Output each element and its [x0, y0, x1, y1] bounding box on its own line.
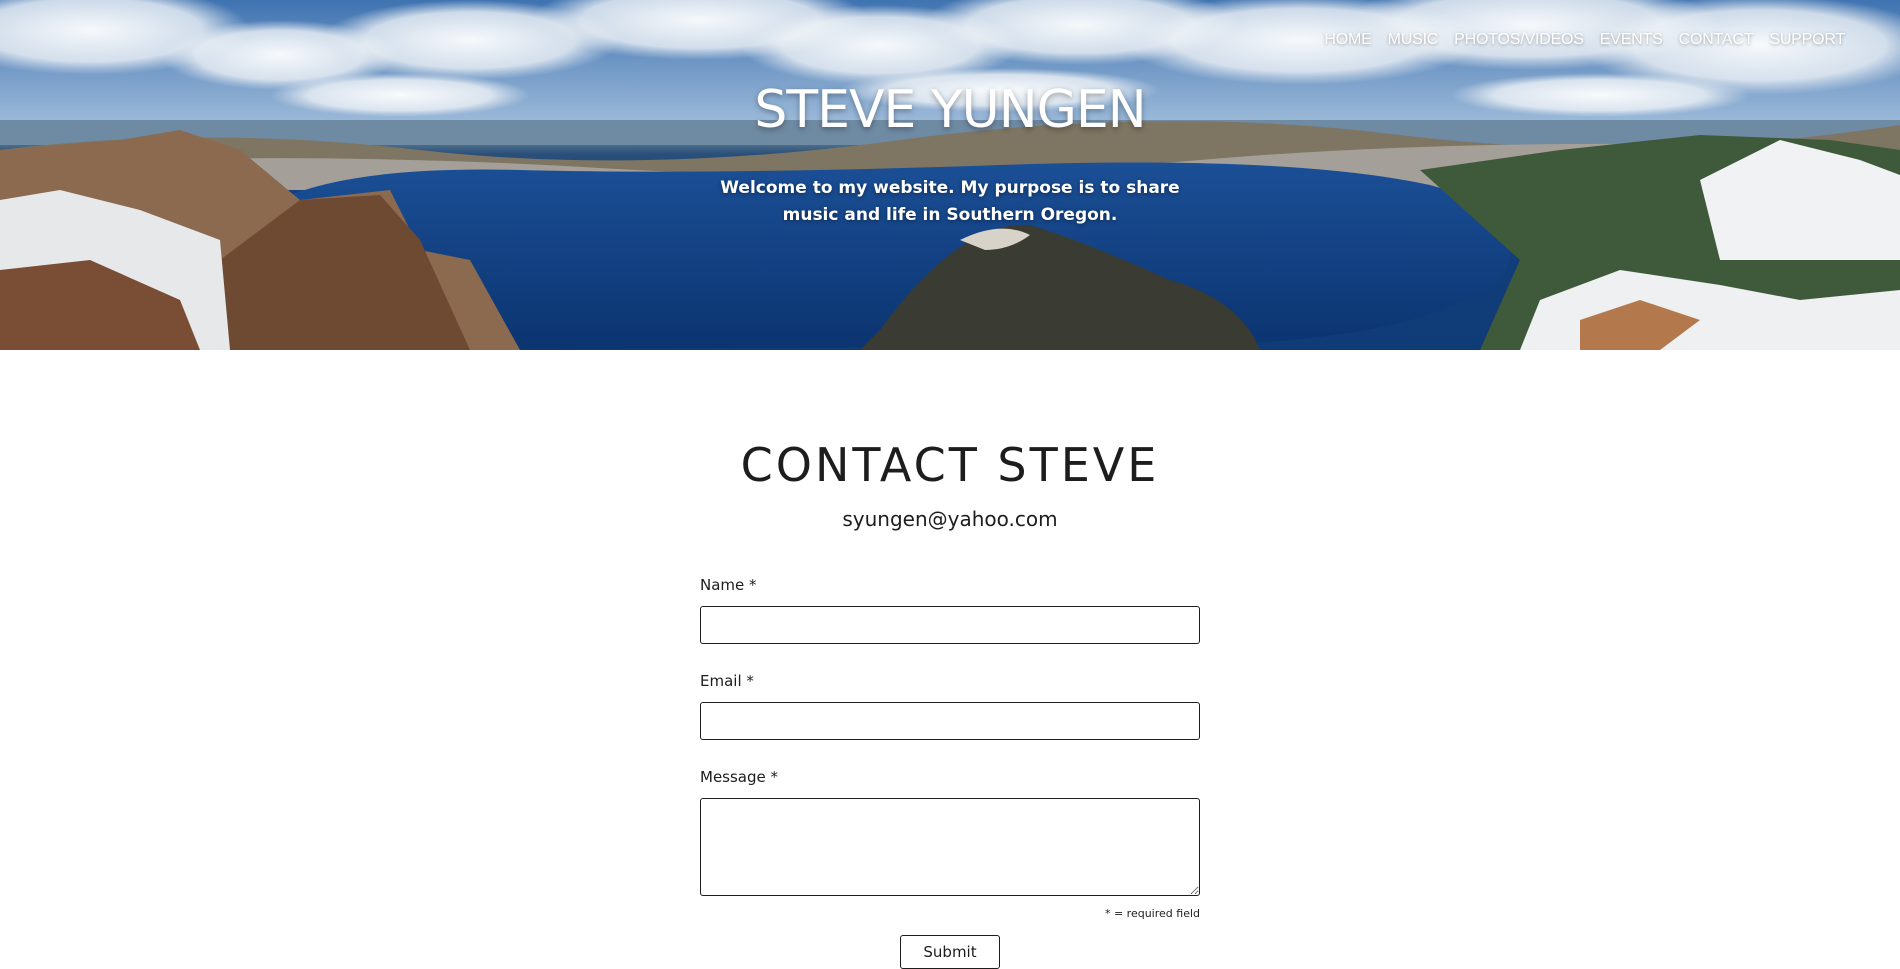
- submit-container: Submit: [700, 935, 1200, 969]
- message-label: Message *: [700, 768, 779, 786]
- hero-banner: HOME MUSIC PHOTOS/VIDEOS EVENTS CONTACT …: [0, 0, 1900, 350]
- contact-email[interactable]: syungen@yahoo.com: [0, 507, 1900, 531]
- nav-item-home[interactable]: HOME: [1324, 31, 1371, 49]
- required-field-note: * = required field: [1104, 907, 1200, 920]
- nav-item-photos-videos[interactable]: PHOTOS/VIDEOS: [1454, 31, 1584, 49]
- page-title: CONTACT STEVE: [740, 438, 1160, 492]
- nav-item-support[interactable]: SUPPORT: [1769, 31, 1845, 49]
- nav-item-events[interactable]: EVENTS: [1600, 31, 1663, 49]
- email-label: Email *: [700, 672, 754, 690]
- name-field[interactable]: [700, 606, 1200, 644]
- submit-button[interactable]: Submit: [900, 935, 1000, 969]
- contact-form: Name * Email * Message * * = required fi…: [700, 575, 1200, 969]
- main-nav: HOME MUSIC PHOTOS/VIDEOS EVENTS CONTACT …: [1324, 31, 1845, 49]
- site-tagline: Welcome to my website. My purpose is to …: [720, 178, 1180, 225]
- nav-item-contact[interactable]: CONTACT: [1679, 31, 1754, 49]
- nav-item-music[interactable]: MUSIC: [1388, 31, 1439, 49]
- email-field[interactable]: [700, 702, 1200, 740]
- message-field[interactable]: [700, 798, 1200, 896]
- site-title[interactable]: STEVE YUNGEN: [0, 80, 1900, 140]
- name-label: Name *: [700, 576, 757, 594]
